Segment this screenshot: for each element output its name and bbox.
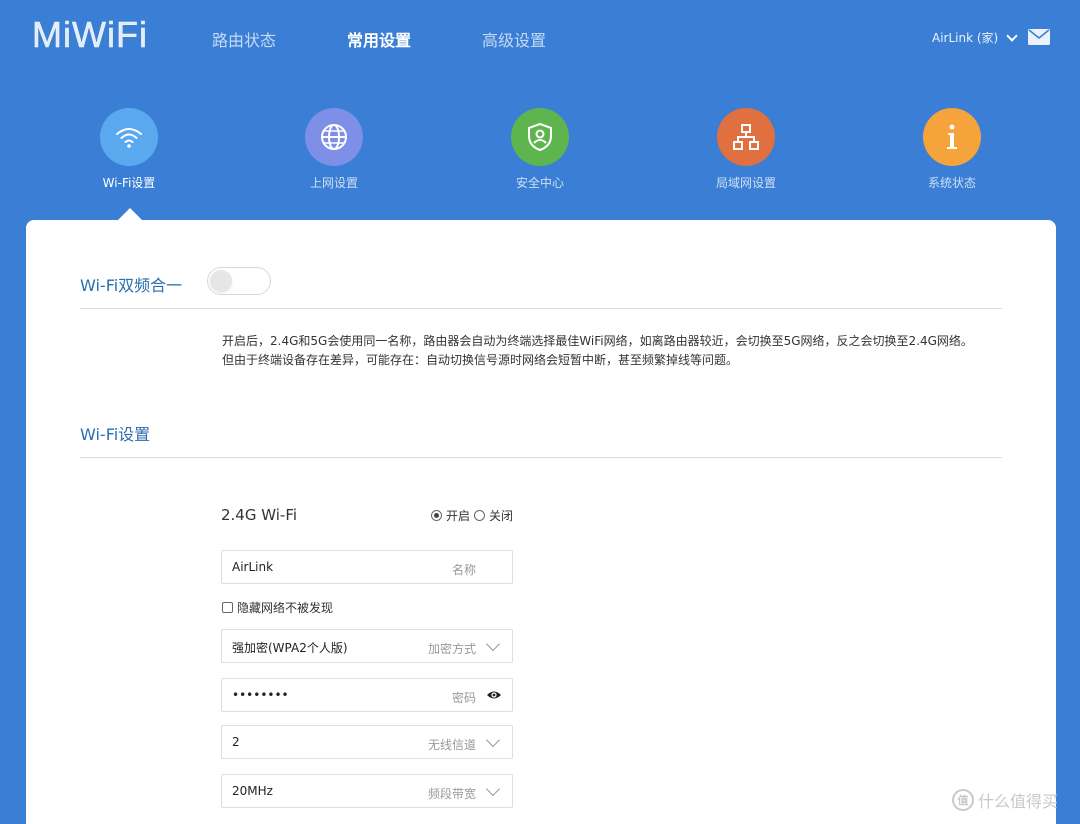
hide-network-label: 隐藏网络不被发现 <box>237 601 334 615</box>
radio-on[interactable] <box>431 510 442 521</box>
channel-select[interactable]: 2 无线信道 <box>221 725 513 759</box>
category-label: 上网设置 <box>309 176 358 190</box>
settings-panel: Wi-Fi双频合一 开启后，2.4G和5G会使用同一名称，路由器会自动为终端选择… <box>26 220 1056 824</box>
encryption-select[interactable]: 强加密(WPA2个人版) 加密方式 <box>221 629 513 663</box>
bandwidth-hint: 频段带宽 <box>427 787 476 801</box>
band-title: 2.4G Wi-Fi <box>221 506 298 524</box>
hide-network-option: 隐藏网络不被发现 <box>222 599 333 616</box>
chevron-down-icon <box>1006 29 1018 42</box>
chevron-down-icon <box>485 781 501 797</box>
chevron-down-icon <box>485 636 501 652</box>
toggle-knob <box>210 270 232 292</box>
watermark: 值 什么值得买 <box>952 788 1058 812</box>
dualband-toggle[interactable] <box>207 267 271 295</box>
mail-icon[interactable] <box>1028 29 1050 45</box>
description-line-1: 开启后，2.4G和5G会使用同一名称，路由器会自动为终端选择最佳WiFi网络，如… <box>222 334 973 348</box>
category-label: 安全中心 <box>515 176 564 190</box>
category-internet-settings[interactable]: 上网设置 <box>254 108 414 191</box>
category-wifi-settings[interactable]: Wi-Fi设置 <box>49 108 209 191</box>
dualband-description: 开启后，2.4G和5G会使用同一名称，路由器会自动为终端选择最佳WiFi网络，如… <box>222 332 973 370</box>
channel-hint: 无线信道 <box>427 738 476 752</box>
category-label: 系统状态 <box>927 176 976 190</box>
eye-icon[interactable] <box>486 687 502 703</box>
wifi-settings-title: Wi-Fi设置 <box>80 425 151 444</box>
top-bar: MiWiFi 路由状态 常用设置 高级设置 AirLink (家) <box>0 0 1080 76</box>
globe-icon <box>305 108 363 166</box>
band-state-radios: 开启 关闭 <box>431 507 513 524</box>
nav-common-settings[interactable]: 常用设置 <box>347 27 411 51</box>
info-icon <box>923 108 981 166</box>
watermark-badge: 值 <box>952 789 974 811</box>
divider <box>80 308 1002 309</box>
miwifi-logo[interactable]: MiWiFi <box>32 14 148 56</box>
password-field[interactable]: •••••••• 密码 <box>221 678 513 712</box>
account-name: AirLink (家) <box>932 31 999 45</box>
radio-off[interactable] <box>474 510 486 521</box>
radio-off-label: 关闭 <box>489 509 514 523</box>
chevron-down-icon <box>485 732 501 748</box>
category-label: 局域网设置 <box>715 176 776 190</box>
active-category-pointer <box>118 208 142 220</box>
wifi-name-hint: 名称 <box>451 563 476 577</box>
radio-on-label: 开启 <box>446 509 471 523</box>
encryption-value: 强加密(WPA2个人版) <box>232 641 348 655</box>
category-security-center[interactable]: 安全中心 <box>460 108 620 191</box>
description-line-2: 但由于终端设备存在差异，可能存在：自动切换信号源时网络会短暂中断，甚至频繁掉线等… <box>222 353 739 367</box>
wifi-icon <box>100 108 158 166</box>
channel-value: 2 <box>232 735 240 749</box>
hide-network-checkbox[interactable] <box>222 602 233 613</box>
password-value: •••••••• <box>232 688 289 702</box>
watermark-text: 什么值得买 <box>978 792 1059 811</box>
category-lan-settings[interactable]: 局域网设置 <box>666 108 826 191</box>
bandwidth-value: 20MHz <box>232 784 273 798</box>
wifi-name-value: AirLink <box>232 560 274 574</box>
nav-router-status[interactable]: 路由状态 <box>212 27 276 51</box>
network-icon <box>717 108 775 166</box>
dualband-title: Wi-Fi双频合一 <box>80 276 183 295</box>
category-system-status[interactable]: 系统状态 <box>872 108 1032 191</box>
router-admin-page: MiWiFi 路由状态 常用设置 高级设置 AirLink (家) Wi-Fi设… <box>0 0 1080 824</box>
encryption-hint: 加密方式 <box>427 642 476 656</box>
divider <box>80 457 1002 458</box>
wifi-name-field[interactable]: AirLink 名称 <box>221 550 513 584</box>
nav-advanced-settings[interactable]: 高级设置 <box>482 27 546 51</box>
shield-icon <box>511 108 569 166</box>
bandwidth-select[interactable]: 20MHz 频段带宽 <box>221 774 513 808</box>
account-menu[interactable]: AirLink (家) <box>932 29 1018 46</box>
category-label: Wi-Fi设置 <box>102 176 156 190</box>
password-hint: 密码 <box>451 691 476 705</box>
